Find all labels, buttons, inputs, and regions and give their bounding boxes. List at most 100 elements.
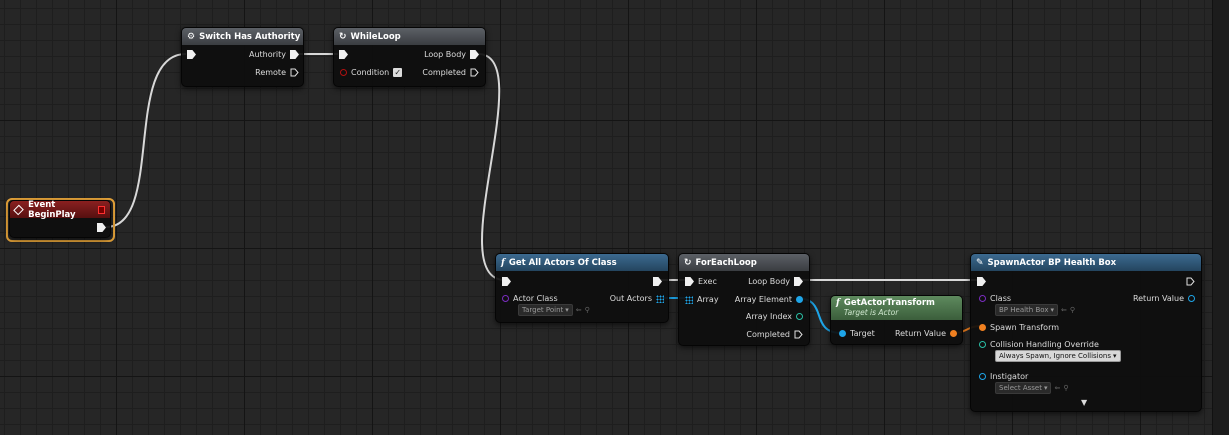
- exec-out-icon: [290, 50, 299, 59]
- node-get-all-actors-of-class[interactable]: f Get All Actors Of Class Actor Class Ta…: [495, 253, 669, 323]
- pin-label: Completed: [746, 330, 790, 339]
- bool-pin-icon: [340, 69, 347, 76]
- pin-label: Remote: [255, 68, 286, 77]
- pin-label: Return Value: [1132, 294, 1184, 303]
- pin-spawn-transform[interactable]: Spawn Transform: [979, 323, 1059, 332]
- node-for-each-loop[interactable]: ↻ ForEachLoop Exec Array Loop Body Array…: [678, 253, 810, 346]
- vertical-scrollbar[interactable]: [1212, 0, 1229, 435]
- node-header: f Get All Actors Of Class: [496, 254, 668, 271]
- pin-label: Target: [850, 329, 875, 338]
- class-pin-icon: [502, 295, 509, 302]
- loop-icon: ↻: [684, 257, 692, 268]
- node-header: ✎ SpawnActor BP Health Box: [971, 254, 1201, 271]
- dropdown-value: Always Spawn, Ignore Collisions: [999, 352, 1111, 360]
- exec-in-icon: [339, 50, 348, 59]
- class-dropdown[interactable]: BP Health Box ▾: [995, 304, 1058, 316]
- exec-out-hollow-icon: [794, 330, 803, 339]
- browse-icon[interactable]: ⚲: [1063, 384, 1068, 392]
- node-subtitle: Target is Actor: [843, 308, 899, 317]
- exec-out-hollow-icon: [290, 68, 299, 77]
- pin-then[interactable]: [97, 223, 106, 232]
- pin-exec-out[interactable]: [653, 277, 662, 286]
- pin-label: Exec: [698, 277, 717, 286]
- actor-class-dropdown[interactable]: Target Point ▾: [518, 304, 573, 316]
- pin-return-value[interactable]: Return Value: [1133, 294, 1195, 303]
- condition-checkbox[interactable]: ✓: [393, 68, 403, 77]
- array-pin-icon: [685, 295, 693, 304]
- pin-exec-in[interactable]: [977, 277, 986, 286]
- exec-out-icon: [653, 277, 662, 286]
- chevron-down-icon: ▾: [1113, 352, 1117, 360]
- pin-return-value[interactable]: Return Value: [895, 329, 957, 338]
- pin-authority[interactable]: Authority: [249, 50, 299, 59]
- pin-exec-in[interactable]: [339, 50, 348, 59]
- delegate-pin-icon[interactable]: [97, 205, 106, 214]
- node-while-loop[interactable]: ↻ WhileLoop Condition ✓ Loop Body Comple…: [333, 27, 486, 87]
- dropdown-value: Select Asset: [999, 384, 1042, 392]
- exec-in-icon: [685, 277, 694, 286]
- expand-arrow-icon: ▼: [1081, 398, 1088, 407]
- exec-out-icon: [470, 50, 479, 59]
- pin-label: Loop Body: [424, 50, 466, 59]
- pin-loop-body[interactable]: Loop Body: [424, 50, 479, 59]
- pin-class[interactable]: Class: [979, 294, 1011, 303]
- node-title: ForEachLoop: [695, 257, 757, 268]
- pin-completed[interactable]: Completed: [746, 330, 803, 339]
- use-selected-icon[interactable]: ⇐: [1061, 306, 1067, 314]
- pin-exec-in[interactable]: [187, 50, 196, 59]
- pin-out-actors[interactable]: Out Actors: [610, 294, 664, 303]
- use-selected-icon[interactable]: ⇐: [576, 306, 582, 314]
- switch-icon: ⚙: [187, 31, 196, 42]
- object-pin-icon: [839, 330, 846, 337]
- use-selected-icon[interactable]: ⇐: [1054, 384, 1060, 392]
- pin-label: Return Value: [894, 329, 946, 338]
- exec-out-icon: [97, 223, 106, 232]
- class-picker[interactable]: BP Health Box ▾ ⇐ ⚲: [995, 304, 1075, 316]
- actor-class-picker[interactable]: Target Point ▾ ⇐ ⚲: [518, 304, 590, 316]
- pin-label: Authority: [248, 50, 286, 59]
- collision-dropdown[interactable]: Always Spawn, Ignore Collisions ▾: [995, 350, 1121, 362]
- array-pin-icon: [656, 294, 664, 303]
- pin-actor-class[interactable]: Actor Class: [502, 294, 558, 303]
- pin-loop-body[interactable]: Loop Body: [748, 277, 803, 286]
- browse-icon[interactable]: ⚲: [585, 306, 590, 314]
- pin-target[interactable]: Target: [839, 329, 875, 338]
- instigator-dropdown[interactable]: Select Asset ▾: [995, 382, 1052, 394]
- pin-array[interactable]: Array: [685, 295, 719, 304]
- pin-label: Array Index: [745, 312, 792, 321]
- browse-icon[interactable]: ⚲: [1070, 306, 1075, 314]
- pin-exec[interactable]: Exec: [685, 277, 717, 286]
- pin-label: Array: [697, 295, 719, 304]
- pin-instigator[interactable]: Instigator: [979, 372, 1028, 381]
- pin-label: Collision Handling Override: [990, 340, 1099, 349]
- chevron-down-icon: ▾: [565, 306, 569, 314]
- pin-label: Loop Body: [748, 277, 790, 286]
- pin-completed[interactable]: Completed: [422, 68, 479, 77]
- pin-collision-handling-override[interactable]: Collision Handling Override: [979, 340, 1099, 349]
- pin-remote[interactable]: Remote: [255, 68, 299, 77]
- chevron-down-icon: ▾: [1050, 306, 1054, 314]
- dropdown-value: BP Health Box: [999, 306, 1049, 314]
- wire-loopbody-to-getallactors: [477, 53, 506, 281]
- collision-picker[interactable]: Always Spawn, Ignore Collisions ▾: [995, 350, 1121, 362]
- pin-label: Instigator: [990, 372, 1029, 381]
- pin-label: Completed: [422, 68, 466, 77]
- node-header: f GetActorTransform Target is Actor: [831, 296, 962, 320]
- node-spawn-actor-bp-health-box[interactable]: ✎ SpawnActor BP Health Box Class BP Heal…: [970, 253, 1202, 412]
- node-get-actor-transform[interactable]: f GetActorTransform Target is Actor Targ…: [830, 295, 963, 345]
- pin-label: Spawn Transform: [990, 323, 1060, 332]
- blueprint-graph-canvas[interactable]: Event BeginPlay ⚙ Switch Has Authority A…: [0, 0, 1229, 435]
- int-pin-icon: [796, 313, 803, 320]
- node-event-beginplay[interactable]: Event BeginPlay: [9, 200, 111, 238]
- pin-condition[interactable]: Condition ✓: [340, 68, 403, 77]
- advanced-display-toggle[interactable]: ▼: [1081, 398, 1087, 407]
- chevron-down-icon: ▾: [1043, 384, 1048, 392]
- instigator-picker[interactable]: Select Asset ▾ ⇐ ⚲: [995, 382, 1069, 394]
- node-switch-has-authority[interactable]: ⚙ Switch Has Authority Authority Remote: [181, 27, 304, 87]
- pin-exec-in[interactable]: [502, 277, 511, 286]
- node-title: Event BeginPlay: [28, 199, 76, 220]
- pin-array-element[interactable]: Array Element: [735, 295, 803, 304]
- pin-exec-out[interactable]: [1186, 277, 1195, 286]
- function-icon: f: [501, 257, 505, 268]
- pin-array-index[interactable]: Array Index: [746, 312, 803, 321]
